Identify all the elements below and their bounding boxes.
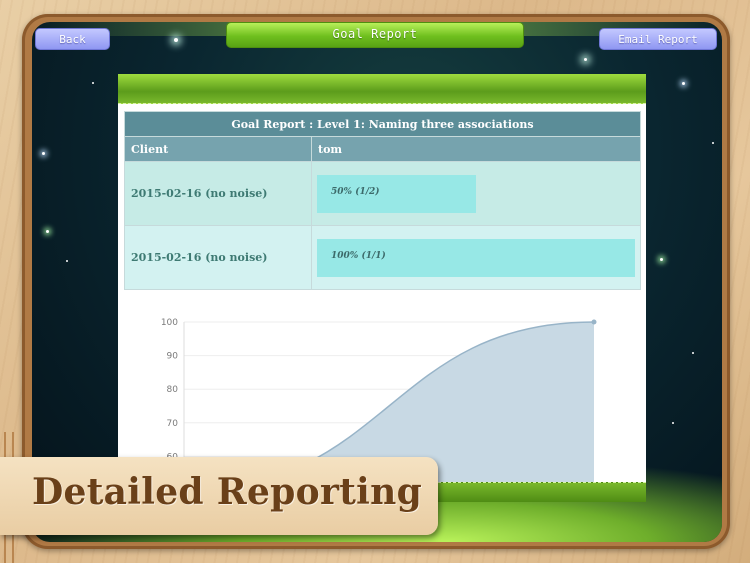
star	[584, 58, 587, 61]
report-panel: Goal Report : Level 1: Naming three asso…	[118, 74, 646, 502]
goal-report-table: Goal Report : Level 1: Naming three asso…	[124, 111, 641, 290]
page-title: Goal Report	[226, 22, 524, 48]
email-report-button[interactable]: Email Report	[599, 28, 717, 50]
star	[42, 152, 45, 155]
column-header-client: Client	[124, 136, 312, 162]
panel-top-border	[118, 74, 646, 104]
y-tick-label: 100	[161, 318, 178, 328]
y-tick-label: 90	[167, 352, 179, 362]
star	[672, 422, 674, 424]
star	[692, 352, 694, 354]
star	[46, 230, 49, 233]
table-row: 2015-02-16 (no noise) 100% (1/1)	[124, 225, 641, 290]
y-tick-label: 70	[167, 419, 179, 429]
progress-cell: 100% (1/1)	[311, 225, 641, 290]
table-row: 2015-02-16 (no noise) 50% (1/2)	[124, 161, 641, 226]
banner-title: Detailed Reporting	[32, 471, 423, 513]
star	[174, 38, 178, 42]
back-button[interactable]: Back	[35, 28, 110, 50]
star	[712, 142, 714, 144]
star	[66, 260, 68, 262]
star	[682, 82, 685, 85]
data-point[interactable]	[591, 319, 597, 325]
star	[92, 82, 94, 84]
star	[660, 258, 663, 261]
row-date: 2015-02-16 (no noise)	[124, 225, 312, 290]
column-header-name: tom	[311, 136, 641, 162]
progress-track: 100% (1/1)	[317, 238, 635, 277]
row-date: 2015-02-16 (no noise)	[124, 161, 312, 226]
progress-chart: 10090807060	[161, 318, 597, 482]
progress-label: 50% (1/2)	[331, 186, 380, 197]
table-caption: Goal Report : Level 1: Naming three asso…	[124, 111, 641, 137]
y-tick-label: 80	[167, 385, 179, 395]
feature-banner: Detailed Reporting	[0, 457, 438, 535]
progress-cell: 50% (1/2)	[311, 161, 641, 226]
progress-track: 50% (1/2)	[317, 174, 635, 213]
progress-label: 100% (1/1)	[331, 250, 386, 261]
